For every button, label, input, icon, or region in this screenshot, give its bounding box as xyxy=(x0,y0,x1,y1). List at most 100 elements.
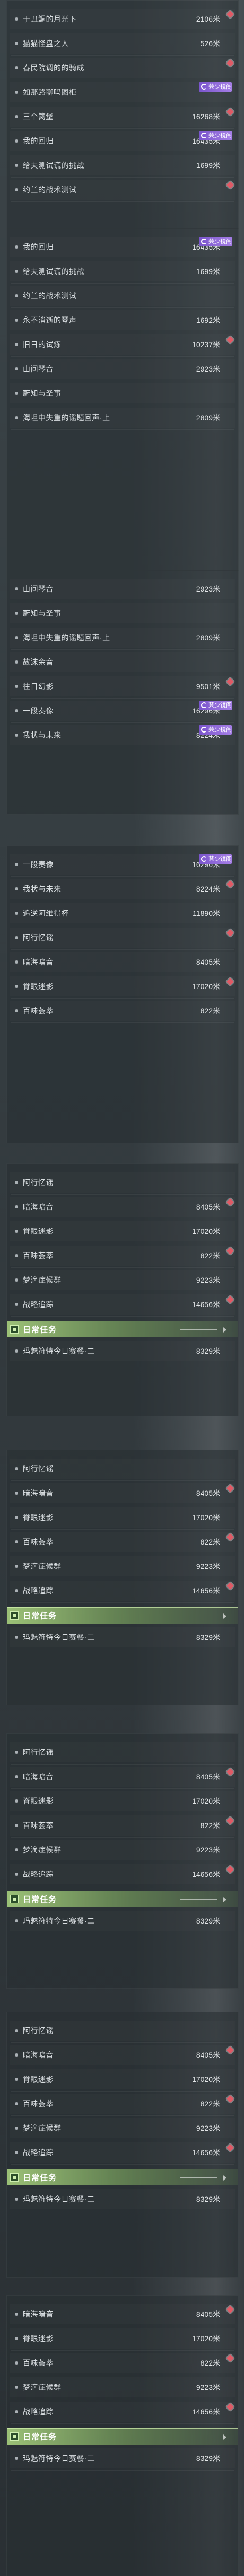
quest-row[interactable]: 脊眼迷影 17020米 xyxy=(7,2067,238,2092)
bullet-dot-icon xyxy=(15,188,18,191)
quest-row[interactable]: 梦滴症候群 9223米 xyxy=(7,1838,238,1862)
bullet-dot-icon xyxy=(15,1492,18,1495)
quest-row[interactable]: 于丑鲷的月光下 2106米 xyxy=(7,7,238,31)
quest-distance: 822米 xyxy=(200,1538,220,1546)
quest-row[interactable]: 海坦中失重的谣题回声·上 2809米 xyxy=(7,625,238,650)
quest-row[interactable]: 梦滴症候群 9223米 xyxy=(7,1554,238,1578)
quest-row[interactable]: 往日幻影 9501米 xyxy=(7,674,238,699)
quest-row[interactable]: 暗海暗音 8405米 xyxy=(7,2043,238,2067)
quest-row[interactable]: 阿行忆谣 xyxy=(7,1740,238,1765)
quest-name: 梦滴症候群 xyxy=(23,1562,62,1571)
quest-row[interactable]: 蔚知与圣事 xyxy=(7,381,238,405)
quest-name: 蔚知与圣事 xyxy=(23,609,62,617)
quest-row[interactable]: 故沫余音 xyxy=(7,650,238,674)
bullet-dot-icon xyxy=(15,245,18,249)
quest-row[interactable]: 脊眼迷影 17020米 xyxy=(7,1505,238,1530)
quest-row[interactable]: 暗海暗音 8405米 xyxy=(7,1481,238,1505)
quest-row[interactable]: 战略追踪 14656米 xyxy=(7,1862,238,1886)
daily-quest-title: 日常任务 xyxy=(23,1611,57,1621)
quest-row[interactable]: 一段奏像 16296米 蒹少镜阁 xyxy=(7,852,238,877)
quest-row[interactable]: 阿行忆谣 xyxy=(7,1170,238,1195)
quest-row[interactable]: 玛魅符特今日赛餐·二 8329米 xyxy=(7,2187,238,2211)
quest-row[interactable]: 梦滴症候群 9223米 xyxy=(7,2116,238,2140)
quest-distance: 17020米 xyxy=(192,2334,220,2343)
quest-distance: 822米 xyxy=(200,2099,220,2108)
quest-row[interactable]: 我状与未来 8224米 xyxy=(7,877,238,901)
quest-row[interactable]: 我的回归 16435米 蒹少镜阁 xyxy=(7,235,238,259)
quest-row[interactable]: 如那路聊吗图柜 蒹少镜阁 xyxy=(7,80,238,104)
daily-quest-header[interactable]: 日常任务 xyxy=(7,1321,238,1337)
quest-row[interactable]: 玛魅符特今日赛餐·二 8329米 xyxy=(7,1625,238,1649)
quest-distance: 8329米 xyxy=(196,2195,220,2203)
quest-row[interactable]: 脊眼迷影 17020米 xyxy=(7,1789,238,1813)
quest-name: 暗海暗音 xyxy=(23,958,54,966)
daily-quest-title: 日常任务 xyxy=(23,1325,57,1335)
quest-row[interactable]: 梦滴症候群 9223米 xyxy=(7,2375,238,2399)
bullet-dot-icon xyxy=(15,1254,18,1257)
event-badge: 蒹少镜阁 xyxy=(199,725,232,735)
bullet-dot-icon xyxy=(15,1516,18,1519)
quest-row[interactable]: 山间琴音 2923米 xyxy=(7,577,238,601)
quest-row[interactable]: 暗海暗音 8405米 xyxy=(7,1195,238,1219)
quest-name: 蔚知与圣事 xyxy=(23,389,62,398)
quest-row[interactable]: 春民院调的的骑成 xyxy=(7,56,238,80)
quest-distance: 822米 xyxy=(200,1007,220,1015)
quest-row[interactable]: 猫猫怪盘之人 526米 xyxy=(7,31,238,56)
quest-row[interactable]: 脊眼迷影 17020米 xyxy=(7,2326,238,2351)
quest-row[interactable]: 我的回归 16435米 蒹少镜阁 xyxy=(7,129,238,153)
quest-row[interactable]: 约兰的战术测试 xyxy=(7,178,238,202)
quest-row[interactable]: 梦滴症候群 9223米 xyxy=(7,1268,238,1292)
daily-quest-header[interactable]: 日常任务 xyxy=(7,2169,238,2185)
quest-row[interactable]: 我状与未来 8224米 蒹少镜阁 xyxy=(7,723,238,747)
quest-name: 百味荟萃 xyxy=(23,1251,54,1260)
quest-row[interactable]: 约兰的战术测试 xyxy=(7,284,238,308)
quest-row[interactable]: 百味荟萃 822米 xyxy=(7,1530,238,1554)
quest-distance: 17020米 xyxy=(192,1513,220,1522)
quest-distance: 8405米 xyxy=(196,2051,220,2059)
quest-row[interactable]: 玛魅符特今日赛餐·二 8329米 xyxy=(7,2446,238,2471)
quest-row[interactable]: 蔚知与圣事 xyxy=(7,601,238,625)
quest-row[interactable]: 暗海暗音 8405米 xyxy=(7,1765,238,1789)
daily-quest-header[interactable]: 日常任务 xyxy=(7,2428,238,2445)
quest-row[interactable]: 旧日的试炼 10237米 xyxy=(7,332,238,357)
quest-row[interactable]: 追逆阿维得杯 11890米 xyxy=(7,901,238,925)
quest-row[interactable]: 脊眼迷影 17020米 xyxy=(7,1219,238,1243)
quest-name: 脊眼迷影 xyxy=(23,982,54,991)
quest-row[interactable]: 战略追踪 14656米 xyxy=(7,2140,238,2165)
quest-row[interactable]: 玛魅符特今日赛餐·二 8329米 xyxy=(7,1909,238,1933)
quest-row[interactable]: 战略追踪 14656米 xyxy=(7,1578,238,1603)
quest-row[interactable]: 百味荟萃 822米 xyxy=(7,2092,238,2116)
quest-name: 我状与未来 xyxy=(23,885,62,893)
quest-row[interactable]: 百味荟萃 822米 xyxy=(7,2351,238,2375)
quest-row[interactable]: 给夫测试谎的挑战 1699米 xyxy=(7,259,238,284)
quest-row[interactable]: 阿行忆谣 xyxy=(7,2018,238,2043)
quest-name: 战略追踪 xyxy=(23,2407,54,2416)
quest-row[interactable]: 战略追踪 14656米 xyxy=(7,1292,238,1317)
quest-name: 我的回归 xyxy=(23,243,54,251)
quest-row[interactable]: 战略追踪 14656米 xyxy=(7,2399,238,2424)
quest-distance: 17020米 xyxy=(192,2075,220,2084)
daily-quest-header[interactable]: 日常任务 xyxy=(7,1891,238,1907)
quest-row[interactable]: 玛魅符特今日赛餐·二 8329米 xyxy=(7,1339,238,1363)
quest-name: 我状与未来 xyxy=(23,731,62,739)
quest-row[interactable]: 暗海暗音 8405米 xyxy=(7,2302,238,2326)
quest-row[interactable]: 百味荟萃 822米 xyxy=(7,999,238,1023)
quest-row[interactable]: 山间琴音 2923米 xyxy=(7,357,238,381)
quest-row[interactable]: 三个篱堡 16268米 xyxy=(7,104,238,129)
quest-row[interactable]: 阿行忆谣 xyxy=(7,1457,238,1481)
quest-row[interactable]: 脊眼迷影 17020米 xyxy=(7,974,238,999)
quest-name: 山间琴音 xyxy=(23,585,54,593)
quest-row[interactable]: 给夫测试谎的挑战 1699米 xyxy=(7,153,238,178)
daily-quest-header[interactable]: 日常任务 xyxy=(7,1607,238,1624)
quest-row[interactable]: 永不消逝的琴声 1692米 xyxy=(7,308,238,332)
bullet-dot-icon xyxy=(15,91,18,94)
quest-row[interactable]: 百味荟萃 822米 xyxy=(7,1813,238,1838)
quest-row[interactable]: 暗海暗音 8405米 xyxy=(7,950,238,974)
bullet-dot-icon xyxy=(15,636,18,639)
quest-row[interactable]: 一段奏像 16296米 蒹少镜阁 xyxy=(7,699,238,723)
quest-row[interactable]: 百味荟萃 822米 xyxy=(7,1243,238,1268)
quest-row[interactable]: 海坦中失重的谣题回声·上 2809米 xyxy=(7,405,238,430)
quest-name: 百味荟萃 xyxy=(23,2099,54,2108)
quest-row[interactable]: 阿行忆谣 xyxy=(7,925,238,950)
row-divider xyxy=(11,1022,234,1023)
